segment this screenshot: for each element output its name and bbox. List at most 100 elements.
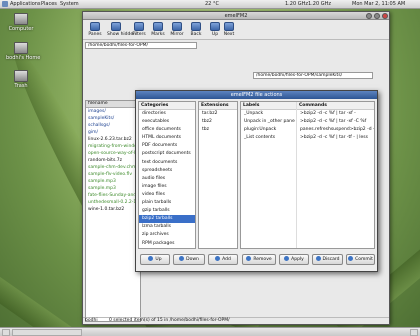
- action-label-item[interactable]: plugin:Unpack: [241, 126, 296, 134]
- toolbar: Panes Show hidden Filters Marks Mirror B…: [83, 21, 389, 40]
- down-arrow-icon: [179, 256, 185, 261]
- filename-column-header[interactable]: filename: [86, 101, 140, 108]
- status-user: bodhi: [85, 318, 98, 323]
- mirror-icon: [172, 22, 182, 31]
- category-item[interactable]: bzip2 tarballs: [139, 215, 195, 224]
- leaf-decoration: [0, 204, 78, 336]
- file-row[interactable]: open-source-way-of-life.p: [86, 150, 140, 157]
- status-bar: bodhi 0 selected item(s) of 15 in /home/…: [83, 317, 389, 324]
- marks-icon: [153, 22, 163, 31]
- panes-button[interactable]: Panes: [86, 22, 104, 39]
- category-item[interactable]: executables: [139, 118, 195, 126]
- menu-system[interactable]: System: [60, 1, 79, 8]
- category-item[interactable]: image files: [139, 183, 195, 191]
- clock[interactable]: Mon Mar 2, 11:05 AM: [352, 1, 405, 8]
- computer-icon: [14, 13, 28, 25]
- marks-button[interactable]: Marks: [149, 22, 167, 39]
- category-item[interactable]: lzma tarballs: [139, 223, 195, 231]
- back-button[interactable]: Back: [187, 22, 205, 39]
- right-path-input[interactable]: /home/bodhi/files-for-OPM/sampleKits/: [253, 72, 373, 79]
- file-row[interactable]: sample-chm-dev.chm: [86, 164, 140, 171]
- file-row[interactable]: sample-flv-video.flv: [86, 171, 140, 178]
- trash-applet[interactable]: [410, 329, 418, 336]
- desktop-icon-label: Trash: [14, 83, 28, 89]
- category-item[interactable]: text documents: [139, 159, 195, 167]
- category-item[interactable]: RPM packages: [139, 240, 195, 248]
- file-row[interactable]: schallsgs/: [86, 122, 140, 129]
- command-item[interactable]: >bzip2 -d -c %f | tar -xf -: [297, 110, 374, 118]
- command-item[interactable]: panes.refreshsuspend>bzip2 -d -c %f: [297, 126, 374, 134]
- category-item[interactable]: postscript documents: [139, 150, 195, 158]
- dialog-titlebar[interactable]: emelFM2 file actions: [136, 91, 377, 99]
- desktop-icon-home[interactable]: bodhi's Home: [6, 42, 40, 61]
- file-row[interactable]: unthedesmall-0.2.2-1-full: [86, 199, 140, 206]
- file-row[interactable]: sample.mp3: [86, 185, 140, 192]
- file-row[interactable]: wine-1.0.tar.bz2: [86, 206, 140, 213]
- category-item[interactable]: office documents: [139, 126, 195, 134]
- up-button[interactable]: Up: [140, 254, 170, 265]
- category-item[interactable]: audio files: [139, 175, 195, 183]
- cpu-freq-2[interactable]: 1.20 GHz: [308, 1, 331, 8]
- filters-button[interactable]: Filters: [130, 22, 148, 39]
- close-button[interactable]: [382, 13, 388, 19]
- discard-button[interactable]: Discard: [312, 254, 343, 265]
- left-path-input[interactable]: /home/bodhi/files-for-OPM/: [85, 42, 197, 49]
- category-item[interactable]: spreadsheets: [139, 167, 195, 175]
- file-row[interactable]: fate-flies-Sunday-and-Sun: [86, 192, 140, 199]
- apply-button[interactable]: Apply: [279, 254, 309, 265]
- filter-icon: [134, 22, 144, 31]
- command-item[interactable]: >bzip2 -d -c %f | tar -tf - | less: [297, 134, 374, 142]
- file-row[interactable]: random-bits.7z: [86, 157, 140, 164]
- desktop-icon-computer[interactable]: Computer: [6, 13, 36, 32]
- file-actions-dialog: emelFM2 file actions Categories director…: [135, 90, 378, 272]
- cpu-freq-1[interactable]: 1.20 GHz: [285, 1, 308, 8]
- command-item[interactable]: >bzip2 -d -c %f | tar -xf -C %f: [297, 118, 374, 126]
- file-row[interactable]: linux-2.6.23.tar.bz2: [86, 136, 140, 143]
- menu-places[interactable]: Places: [41, 1, 57, 8]
- category-item[interactable]: source code files: [139, 248, 195, 249]
- minimize-button[interactable]: [366, 13, 372, 19]
- category-item[interactable]: gzip tarballs: [139, 207, 195, 215]
- action-label-item[interactable]: Unpack in _other pane: [241, 118, 296, 126]
- extension-item[interactable]: tbz2: [199, 118, 237, 126]
- file-row[interactable]: sample.mp3: [86, 178, 140, 185]
- add-button[interactable]: Add: [208, 254, 238, 265]
- file-row[interactable]: images/: [86, 108, 140, 115]
- top-panel: Applications Places System 22 °C 1.20 GH…: [0, 0, 420, 9]
- menu-applications[interactable]: Applications: [10, 1, 41, 8]
- category-item[interactable]: plain tarballs: [139, 199, 195, 207]
- actions-pane: Labels _Unpack Unpack in _other pane plugi…: [240, 101, 375, 249]
- window-titlebar[interactable]: emelFM2: [83, 12, 389, 20]
- labels-header: Labels: [241, 102, 296, 110]
- desktop-icon-label: Computer: [8, 26, 34, 32]
- bottom-panel: [0, 327, 420, 336]
- file-row[interactable]: gim/: [86, 129, 140, 136]
- weather-text[interactable]: 22 °C: [205, 1, 219, 8]
- show-desktop-button[interactable]: [2, 329, 10, 336]
- file-row[interactable]: sampleKits/: [86, 115, 140, 122]
- down-button[interactable]: Down: [173, 254, 205, 265]
- action-label-item[interactable]: _List contents: [241, 134, 296, 142]
- taskbar-item-emelfm2[interactable]: [12, 329, 82, 336]
- category-item[interactable]: directories: [139, 110, 195, 118]
- category-item[interactable]: PDF documents: [139, 142, 195, 150]
- next-button[interactable]: Next: [220, 22, 238, 39]
- categories-header: Categories: [139, 102, 195, 110]
- mirror-button[interactable]: Mirror: [168, 22, 186, 39]
- action-label-item[interactable]: _Unpack: [241, 110, 296, 118]
- show-hidden-button[interactable]: Show hidden: [107, 22, 136, 39]
- extensions-header: Extensions: [199, 102, 237, 110]
- extension-item[interactable]: tbz: [199, 126, 237, 134]
- remove-icon: [246, 256, 252, 261]
- remove-button[interactable]: Remove: [242, 254, 276, 265]
- commit-button[interactable]: Commit: [346, 254, 375, 265]
- maximize-button[interactable]: [374, 13, 380, 19]
- commands-column: Commands >bzip2 -d -c %f | tar -xf - >bzi…: [297, 102, 374, 248]
- gnome-foot-icon[interactable]: [2, 1, 8, 7]
- category-item[interactable]: HTML documents: [139, 134, 195, 142]
- file-row[interactable]: migrating-from-windows-t: [86, 143, 140, 150]
- category-item[interactable]: video files: [139, 191, 195, 199]
- category-item[interactable]: zip archives: [139, 231, 195, 239]
- desktop-icon-trash[interactable]: Trash: [6, 70, 36, 89]
- extension-item[interactable]: tar.bz2: [199, 110, 237, 118]
